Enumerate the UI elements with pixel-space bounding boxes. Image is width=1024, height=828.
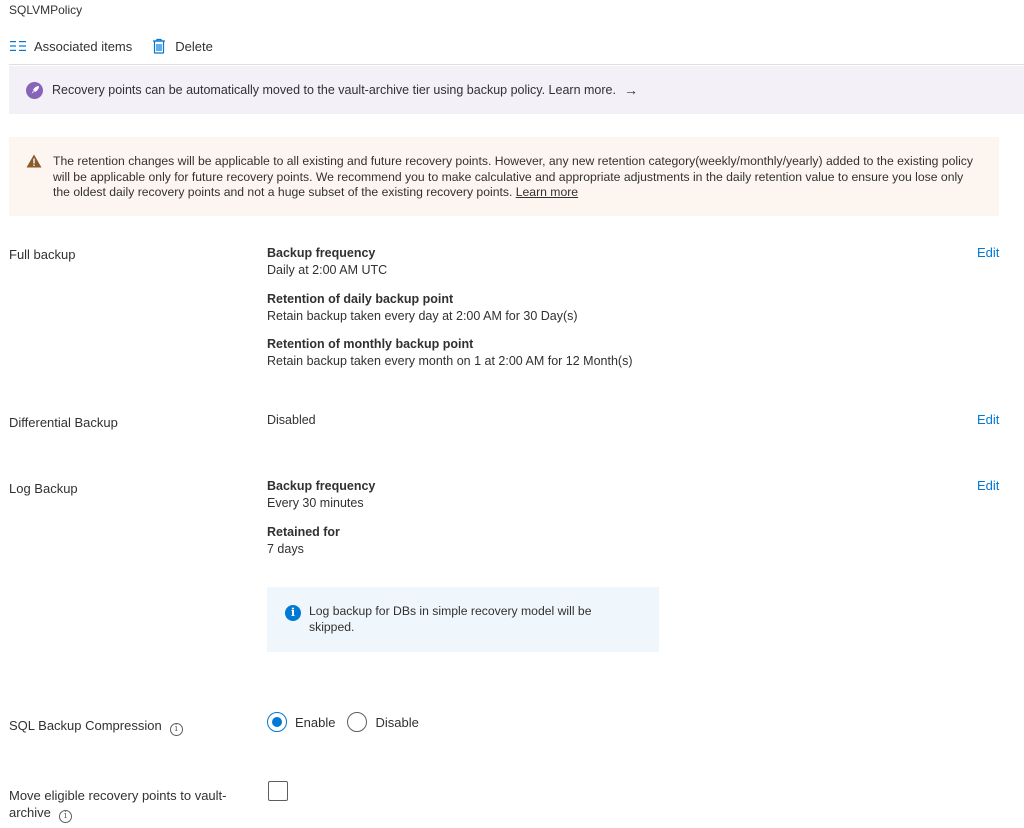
rocket-icon [26, 81, 43, 99]
differential-backup-edit-link[interactable]: Edit [977, 412, 999, 427]
retention-warning-banner: The retention changes will be applicable… [9, 137, 999, 216]
enable-radio[interactable] [267, 712, 287, 732]
full-backup-frequency-value: Daily at 2:00 AM UTC [267, 263, 388, 277]
warning-icon [26, 154, 42, 173]
daily-retention-heading: Retention of daily backup point [267, 292, 454, 306]
associated-items-button[interactable]: Associated items [9, 37, 132, 55]
log-backup-frequency-value: Every 30 minutes [267, 496, 364, 510]
toolbar-divider [9, 64, 1024, 65]
log-retained-heading: Retained for [267, 525, 340, 539]
full-backup-details: Backup frequency Daily at 2:00 AM UTC Re… [267, 245, 632, 370]
daily-retention-value: Retain backup taken every day at 2:00 AM… [267, 309, 578, 323]
differential-backup-value: Disabled [267, 413, 316, 427]
log-retained-value: 7 days [267, 542, 304, 556]
compression-radio-group: Enable Disable [267, 712, 431, 732]
differential-backup-label: Differential Backup [9, 415, 118, 430]
archive-label-row: Move eligible recovery points to vault-a… [9, 787, 249, 823]
info-circle-icon[interactable]: i [169, 722, 183, 736]
archive-tier-banner: Recovery points can be automatically mov… [9, 66, 1024, 114]
list-icon [9, 37, 27, 55]
arrow-right-icon[interactable]: → [624, 82, 638, 98]
compression-label-row: SQL Backup Compression i [9, 718, 183, 736]
log-backup-details: Backup frequency Every 30 minutes Retain… [267, 478, 375, 558]
disable-radio-label[interactable]: Disable [375, 715, 418, 730]
toolbar: Associated items Delete [9, 36, 231, 56]
enable-radio-label[interactable]: Enable [295, 715, 335, 730]
log-backup-info-box: i Log backup for DBs in simple recovery … [267, 587, 659, 652]
archive-checkbox[interactable] [268, 781, 288, 801]
monthly-retention-heading: Retention of monthly backup point [267, 337, 474, 351]
info-icon: i [285, 605, 301, 621]
delete-label: Delete [175, 38, 213, 54]
delete-button[interactable]: Delete [150, 37, 213, 55]
full-backup-edit-link[interactable]: Edit [977, 245, 999, 260]
warning-learn-more-link[interactable]: Learn more [516, 185, 578, 199]
full-backup-frequency-heading: Backup frequency [267, 246, 376, 260]
associated-items-label: Associated items [34, 38, 133, 54]
log-backup-label: Log Backup [9, 481, 78, 496]
compression-label: SQL Backup Compression [9, 718, 162, 733]
archive-label: Move eligible recovery points to vault-a… [9, 788, 227, 820]
warning-text: The retention changes will be applicable… [53, 154, 973, 199]
monthly-retention-value: Retain backup taken every month on 1 at … [267, 354, 633, 368]
log-backup-frequency-heading: Backup frequency [267, 479, 376, 493]
disable-radio[interactable] [347, 712, 368, 732]
full-backup-label: Full backup [9, 247, 76, 262]
log-backup-edit-link[interactable]: Edit [977, 478, 999, 493]
page-title: SQLVMPolicy [9, 3, 83, 17]
info-circle-icon[interactable]: i [58, 810, 72, 823]
log-backup-info-text: Log backup for DBs in simple recovery mo… [309, 604, 592, 634]
archive-banner-text[interactable]: Recovery points can be automatically mov… [52, 83, 616, 97]
trash-icon [150, 37, 168, 55]
